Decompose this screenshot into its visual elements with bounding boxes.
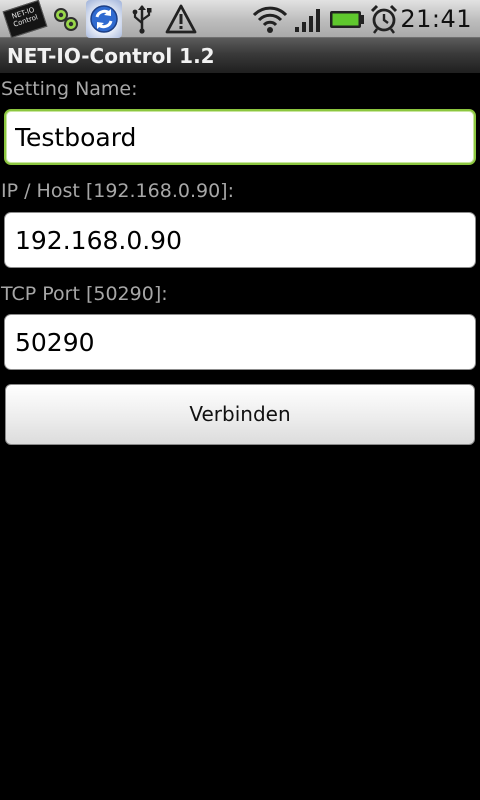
link-icon (50, 3, 82, 35)
ip-host-label: IP / Host [192.168.0.90]: (1, 180, 234, 202)
alarm-icon (368, 3, 400, 35)
tcp-port-label: TCP Port [50290]: (1, 283, 168, 305)
warning-icon (165, 3, 197, 35)
app-screen: NET-IO Control 21:41 NET-IO-Control 1.2 … (0, 0, 480, 800)
signal-icon (292, 3, 324, 35)
setting-name-label: Setting Name: (1, 78, 138, 100)
sync-icon (86, 0, 122, 38)
connect-button[interactable]: Verbinden (5, 384, 475, 445)
net-io-app-icon: NET-IO Control (2, 0, 48, 39)
title-bar: NET-IO-Control 1.2 (0, 38, 480, 74)
app-title: NET-IO-Control 1.2 (7, 44, 215, 68)
wifi-icon (252, 3, 288, 35)
tcp-port-input[interactable] (4, 314, 476, 370)
status-clock: 21:41 (400, 5, 472, 33)
app-icon-text: NET-IO Control (10, 5, 39, 29)
setting-name-input[interactable] (4, 109, 476, 165)
usb-icon (126, 3, 158, 35)
battery-icon (328, 3, 366, 35)
status-bar: NET-IO Control 21:41 (0, 0, 480, 39)
ip-host-input[interactable] (4, 212, 476, 268)
